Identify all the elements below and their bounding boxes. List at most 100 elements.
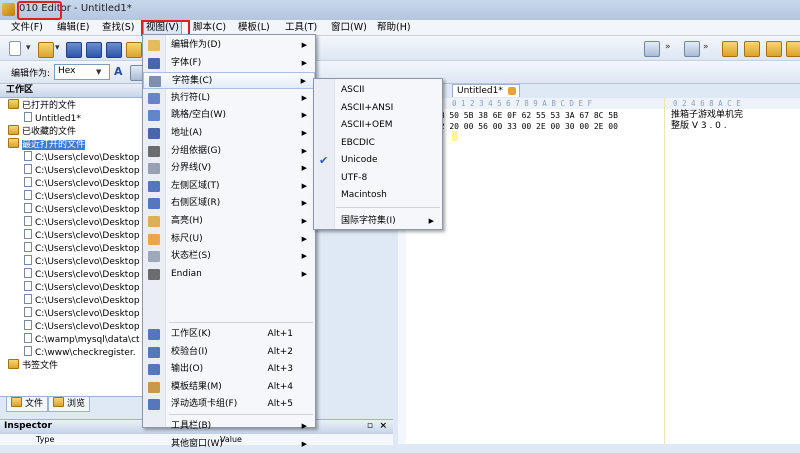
- charset-menu-item[interactable]: ASCII: [314, 82, 442, 99]
- charset-menu-item[interactable]: UTF-8: [314, 170, 442, 187]
- calculator-icon[interactable]: [644, 41, 660, 57]
- template-icon-2[interactable]: [744, 41, 760, 57]
- tree-item-label: 已收藏的文件: [22, 127, 77, 137]
- inspector-icon: [148, 346, 160, 358]
- tree-folder[interactable]: 已打开的文件: [8, 99, 76, 112]
- charset-menu-item[interactable]: ASCII+OEM: [314, 117, 442, 134]
- menu-tools[interactable]: 工具(T): [283, 20, 319, 35]
- open-dropdown-icon[interactable]: ▾: [55, 43, 60, 53]
- view-menu-item[interactable]: 地址(A) ▶: [143, 125, 315, 142]
- close-tab-icon[interactable]: [507, 87, 516, 95]
- hex-cursor: [452, 131, 458, 141]
- view-menu-item[interactable]: 校验台(I) Alt+2: [143, 344, 315, 361]
- folder-icon: [8, 359, 19, 369]
- menu-help[interactable]: 帮助(H): [375, 20, 413, 35]
- inspector-type-column[interactable]: Type: [36, 434, 54, 445]
- ascii-column-ruler: 0 2 4 6 8 A C E: [673, 99, 741, 108]
- ascii-row-1[interactable]: 推箱子游戏单机完: [671, 110, 743, 121]
- tree-folder[interactable]: 最近打开的文件: [8, 138, 146, 151]
- tree-folder[interactable]: 已收藏的文件: [8, 125, 76, 138]
- view-menu-item[interactable]: 分界线(V) ▶: [143, 160, 315, 177]
- compare-icon[interactable]: [684, 41, 700, 57]
- close-file-icon[interactable]: [126, 42, 142, 58]
- view-menu-item[interactable]: 编辑作为(D) ▶: [143, 37, 315, 54]
- menu-item-label: 标尺(U): [171, 233, 203, 244]
- tab-files[interactable]: 文件: [6, 397, 49, 412]
- view-menu-item[interactable]: 字符集(C) ▶: [143, 72, 315, 90]
- new-file-icon[interactable]: [9, 41, 21, 56]
- charset-menu-item[interactable]: EBCDIC: [314, 135, 442, 152]
- tree-file[interactable]: C:\Users\clevo\Desktop: [24, 320, 140, 333]
- new-dropdown-icon[interactable]: ▾: [26, 43, 31, 53]
- view-menu-item[interactable]: 其他窗口(W) ▶: [143, 436, 315, 453]
- folder-icon: [8, 138, 19, 148]
- save-as-icon[interactable]: [86, 42, 102, 58]
- tree-file[interactable]: C:\Users\clevo\Desktop: [24, 281, 140, 294]
- chevron-down-icon[interactable]: ▼: [96, 68, 101, 76]
- open-folder-icon[interactable]: [38, 42, 54, 58]
- menu-search[interactable]: 查找(S): [100, 20, 136, 35]
- tree-file[interactable]: C:\www\checkregister.: [24, 346, 136, 359]
- view-menu-item[interactable]: 执行符(L) ▶: [143, 90, 315, 107]
- document-tab[interactable]: Untitled1*: [452, 84, 520, 97]
- view-menu-item[interactable]: 字体(F) ▶: [143, 55, 315, 72]
- pin-icon[interactable]: ▫: [367, 420, 373, 433]
- view-menu-item[interactable]: 分组依据(G) ▶: [143, 143, 315, 160]
- tree-file[interactable]: C:\Users\clevo\Desktop: [24, 294, 140, 307]
- view-menu-item[interactable]: 跳格/空白(W) ▶: [143, 107, 315, 124]
- menu-script[interactable]: 脚本(C): [191, 20, 228, 35]
- charset-menu-item[interactable]: ✔ Unicode: [314, 152, 442, 169]
- tree-file[interactable]: C:\Users\clevo\Desktop: [24, 229, 140, 242]
- ascii-pane[interactable]: [665, 98, 800, 444]
- font-icon[interactable]: A: [114, 65, 126, 78]
- tree-item-label: C:\Users\clevo\Desktop: [35, 153, 140, 163]
- view-menu-item[interactable]: 浮动选项卡组(F) Alt+5: [143, 396, 315, 413]
- tree-file[interactable]: C:\Users\clevo\Desktop: [24, 190, 140, 203]
- menu-template[interactable]: 模板(L): [236, 20, 272, 35]
- menu-edit[interactable]: 编辑(E): [55, 20, 91, 35]
- tree-item-label: C:\Users\clevo\Desktop: [35, 296, 140, 306]
- tree-file[interactable]: C:\Users\clevo\Desktop: [24, 216, 140, 229]
- charset-menu-item[interactable]: ASCII+ANSI: [314, 100, 442, 117]
- tree-file[interactable]: C:\Users\clevo\Desktop: [24, 242, 140, 255]
- close-icon[interactable]: ×: [379, 420, 387, 433]
- save-icon[interactable]: [66, 42, 82, 58]
- ascii-row-2[interactable]: 整版 V 3 . 0 .: [671, 121, 727, 132]
- charset-menu-item[interactable]: 国际字符集(I) ▶: [314, 213, 442, 230]
- menu-file[interactable]: 文件(F): [9, 20, 45, 35]
- tree-file[interactable]: C:\wamp\mysql\data\ct: [24, 333, 140, 346]
- menu-window[interactable]: 窗口(W): [329, 20, 369, 35]
- save-all-icon[interactable]: [106, 42, 122, 58]
- view-menu-item[interactable]: Endian ▶: [143, 266, 315, 283]
- view-menu-item[interactable]: 工具栏(B) ▶: [143, 418, 315, 435]
- charset-menu-item[interactable]: Macintosh: [314, 187, 442, 204]
- toolbar-overflow-icon[interactable]: »: [665, 42, 671, 52]
- tab-browse[interactable]: 浏览: [48, 397, 91, 412]
- tree-file[interactable]: C:\Users\clevo\Desktop: [24, 307, 140, 320]
- view-menu-item[interactable]: 左侧区域(T) ▶: [143, 178, 315, 195]
- view-menu-item[interactable]: 输出(O) Alt+3: [143, 361, 315, 378]
- template-icon-3[interactable]: [766, 41, 782, 57]
- template-icon-4[interactable]: [786, 41, 800, 57]
- menu-item-label: Endian: [171, 268, 202, 279]
- document-icon: [24, 346, 32, 356]
- menu-item-label: 模板结果(M): [171, 381, 222, 392]
- workspace-icon: [148, 329, 160, 340]
- view-menu-item[interactable]: 高亮(H) ▶: [143, 213, 315, 230]
- tree-file[interactable]: C:\Users\clevo\Desktop: [24, 164, 140, 177]
- tree-file[interactable]: C:\Users\clevo\Desktop: [24, 255, 140, 268]
- edit-as-select[interactable]: Hex: [54, 64, 110, 80]
- view-menu-item[interactable]: 状态栏(S) ▶: [143, 248, 315, 265]
- view-menu-item[interactable]: 右侧区域(R) ▶: [143, 195, 315, 212]
- template-icon-1[interactable]: [722, 41, 738, 57]
- view-menu-item[interactable]: 模板结果(M) Alt+4: [143, 379, 315, 396]
- tree-file[interactable]: C:\Users\clevo\Desktop: [24, 268, 140, 281]
- tree-file[interactable]: C:\Users\clevo\Desktop: [24, 203, 140, 216]
- view-menu-item[interactable]: 工作区(K) Alt+1: [143, 326, 315, 343]
- tree-file[interactable]: Untitled1*: [24, 112, 81, 125]
- tree-file[interactable]: C:\Users\clevo\Desktop: [24, 177, 140, 190]
- toolbar-overflow-icon-2[interactable]: »: [703, 42, 709, 52]
- view-menu-item[interactable]: 标尺(U) ▶: [143, 231, 315, 248]
- tree-folder[interactable]: 书签文件: [8, 359, 58, 372]
- tree-file[interactable]: C:\Users\clevo\Desktop: [24, 151, 140, 164]
